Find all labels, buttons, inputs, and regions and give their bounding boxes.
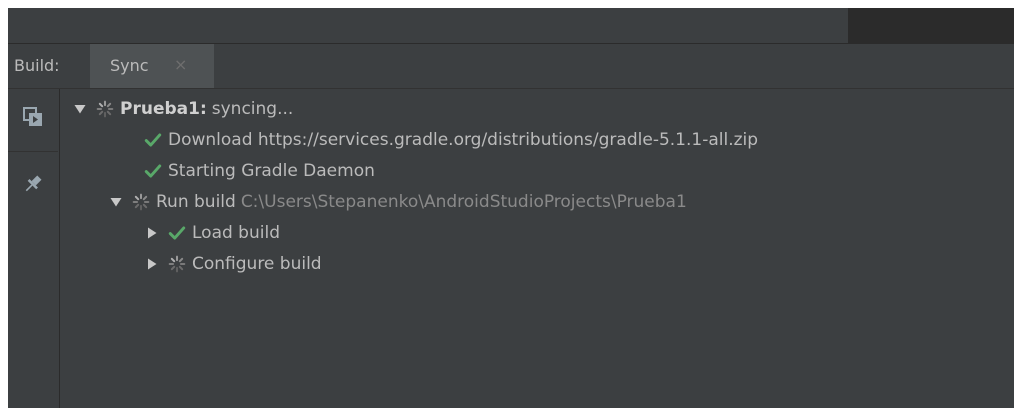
tree-node-configure-build[interactable]: Configure build — [144, 250, 322, 278]
tree-node-daemon[interactable]: Starting Gradle Daemon — [144, 157, 375, 185]
tree-node-label: Load build — [192, 223, 280, 243]
tab-sync-label: Sync — [110, 56, 149, 75]
sidebar-divider — [8, 151, 58, 152]
tree-node-load-build[interactable]: Load build — [144, 219, 280, 247]
tree-node-label: Run build — [156, 192, 236, 212]
collapse-arrow-icon[interactable] — [144, 256, 160, 272]
pin-icon — [23, 174, 43, 194]
tree-node-label: Starting Gradle Daemon — [168, 161, 375, 181]
build-tab-bar: Build: Sync × — [8, 44, 1014, 89]
tree-node-run-build[interactable]: Run build C:\Users\Stepanenko\AndroidStu… — [108, 188, 687, 216]
tree-node-label: Download https://services.gradle.org/dis… — [168, 130, 759, 150]
build-sidebar — [8, 89, 60, 408]
project-name: Prueba1: — [120, 99, 207, 119]
spinner-icon — [96, 100, 114, 118]
close-icon[interactable]: × — [174, 55, 187, 75]
tree-node-download[interactable]: Download https://services.gradle.org/dis… — [144, 126, 758, 154]
collapse-arrow-icon[interactable] — [144, 225, 160, 241]
editor-area-strip — [848, 8, 1014, 43]
build-tool-window: Build: Sync × Prueba1: syncing... Downlo… — [8, 8, 1014, 408]
top-toolbar — [8, 8, 1014, 44]
build-label: Build: — [14, 56, 60, 75]
project-path: C:\Users\Stepanenko\AndroidStudioProject… — [240, 192, 687, 212]
check-icon — [144, 162, 162, 180]
spinner-icon — [168, 255, 186, 273]
build-output-tree: Prueba1: syncing... Download https://ser… — [60, 89, 1014, 408]
expand-arrow-icon[interactable] — [108, 194, 124, 210]
spinner-icon — [132, 193, 150, 211]
expand-arrow-icon[interactable] — [72, 101, 88, 117]
tree-node-root[interactable]: Prueba1: syncing... — [72, 95, 293, 123]
check-icon — [144, 131, 162, 149]
tab-sync[interactable]: Sync × — [90, 44, 214, 88]
restart-build-icon — [23, 107, 43, 127]
tree-node-label: Configure build — [192, 254, 322, 274]
check-icon — [168, 224, 186, 242]
restart-build-button[interactable] — [13, 97, 53, 137]
sync-status-text: syncing... — [211, 99, 294, 119]
pin-button[interactable] — [13, 164, 53, 204]
